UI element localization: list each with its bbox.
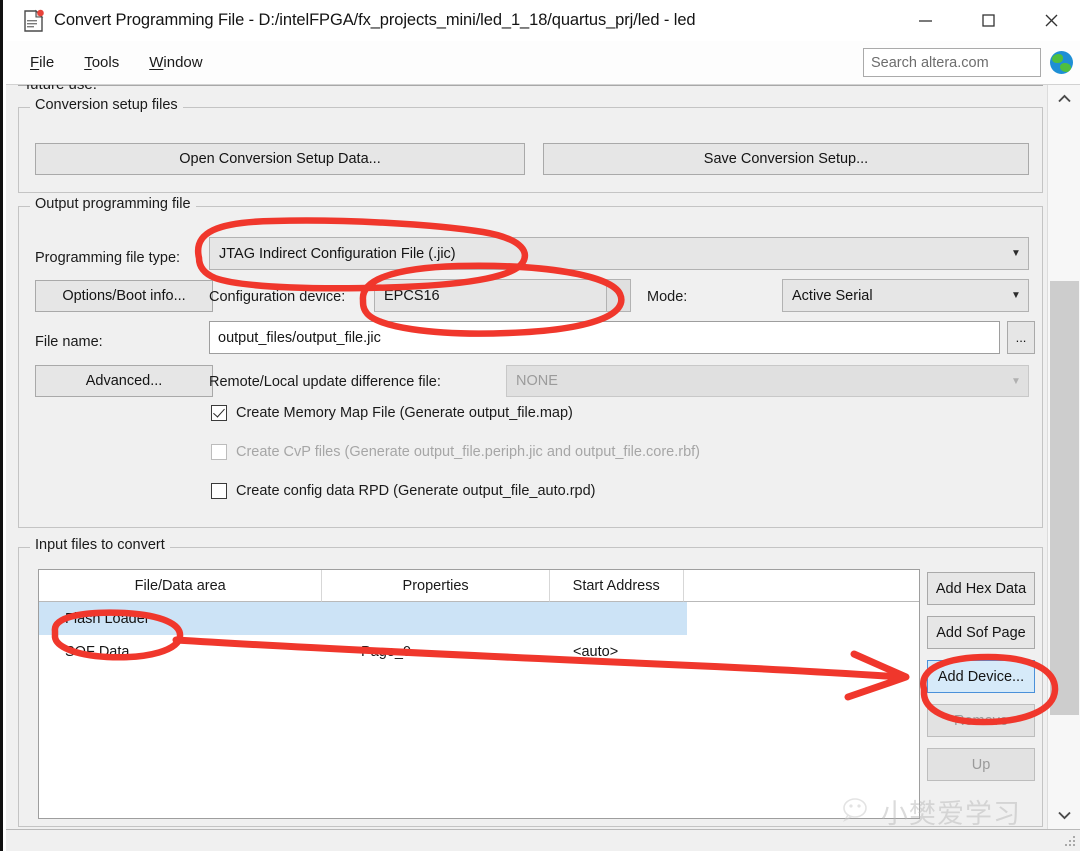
scroll-down-arrow-icon[interactable]	[1048, 801, 1080, 829]
create-cvp-files-checkbox-row: Create CvP files (Generate output_file.p…	[211, 444, 700, 460]
open-conversion-setup-data-button[interactable]: Open Conversion Setup Data...	[35, 143, 525, 175]
table-row[interactable]: Flash Loader	[39, 602, 687, 635]
remote-local-update-difference-value: NONE	[516, 373, 558, 389]
create-config-data-rpd-label: Create config data RPD (Generate output_…	[236, 483, 596, 499]
advanced-button[interactable]: Advanced...	[35, 365, 213, 397]
column-header-properties[interactable]: Properties	[322, 570, 550, 602]
menu-tools-accel: T	[84, 54, 92, 71]
mode-combo[interactable]: Active Serial ▼	[782, 279, 1029, 312]
programming-file-type-combo[interactable]: JTAG Indirect Configuration File (.jic) …	[209, 237, 1029, 270]
create-config-data-rpd-checkbox[interactable]	[211, 483, 227, 499]
column-header-start-address[interactable]: Start Address	[549, 570, 684, 602]
conversion-setup-files-legend: Conversion setup files	[30, 97, 183, 113]
conversion-setup-files-group: Conversion setup files Open Conversion S…	[18, 97, 1043, 193]
vertical-scrollbar[interactable]	[1047, 85, 1080, 829]
menu-file-rest: ile	[39, 54, 55, 71]
scrollbar-thumb[interactable]	[1050, 281, 1079, 715]
output-programming-file-legend: Output programming file	[30, 196, 196, 212]
create-cvp-files-checkbox	[211, 444, 227, 460]
options-boot-info-button[interactable]: Options/Boot info...	[35, 280, 213, 312]
add-hex-data-button[interactable]: Add Hex Data	[927, 572, 1035, 605]
menu-window[interactable]: Window	[138, 50, 213, 75]
watermark: 小樊爱学习	[841, 791, 1051, 831]
menu-window-rest: indow	[163, 54, 203, 71]
configuration-device-combo[interactable]: EPCS16 ▼	[374, 279, 631, 312]
chevron-down-icon: ▼	[1011, 375, 1021, 387]
status-strip	[6, 829, 1080, 851]
watermark-text: 小樊爱学习	[881, 798, 1021, 830]
mode-value: Active Serial	[792, 287, 873, 304]
wechat-logo-icon	[841, 796, 881, 826]
title-bar: Convert Programming File - D:/intelFPGA/…	[6, 0, 1080, 41]
menu-window-accel: W	[149, 54, 164, 71]
input-files-to-convert-legend: Input files to convert	[30, 537, 170, 553]
cell-file-data-area: SOF Data	[65, 643, 130, 660]
menu-tools-rest: ools	[91, 54, 120, 71]
window-controls	[894, 0, 1080, 41]
chevron-down-icon: ▼	[1011, 248, 1021, 259]
remote-local-update-difference-label: Remote/Local update difference file:	[209, 374, 441, 390]
column-header-file-data-area[interactable]: File/Data area	[39, 570, 323, 602]
configuration-device-value: EPCS16	[384, 287, 440, 304]
app-icon	[23, 9, 45, 33]
input-files-table[interactable]: File/Data area Properties Start Address …	[38, 569, 920, 819]
search-area	[863, 48, 1073, 77]
content-pane: future use. Conversion setup files Open …	[6, 85, 1047, 829]
menu-file[interactable]: File	[19, 50, 65, 75]
cell-start-address: <auto>	[573, 643, 619, 660]
chevron-down-icon: ▼	[606, 280, 630, 311]
up-button: Up	[927, 748, 1035, 781]
input-files-to-convert-group: Input files to convert File/Data area Pr…	[18, 537, 1043, 827]
file-name-label: File name:	[35, 334, 103, 350]
pane-top-rule	[18, 85, 1043, 86]
create-memory-map-file-label: Create Memory Map File (Generate output_…	[236, 405, 573, 421]
cell-file-data-area: Flash Loader	[65, 610, 150, 627]
programming-file-type-value: JTAG Indirect Configuration File (.jic)	[219, 245, 456, 262]
file-name-browse-button[interactable]: ...	[1007, 321, 1035, 354]
remove-button: Remove	[927, 704, 1035, 737]
resize-grip[interactable]	[1065, 836, 1077, 848]
convert-programming-file-window: Convert Programming File - D:/intelFPGA/…	[0, 0, 1080, 851]
maximize-button[interactable]	[957, 0, 1020, 41]
minimize-button[interactable]	[894, 0, 957, 41]
chevron-down-icon: ▼	[1011, 290, 1021, 301]
menu-bar: File Tools Window	[6, 41, 1080, 85]
remote-local-update-difference-combo: NONE ▼	[506, 365, 1029, 397]
create-memory-map-file-checkbox[interactable]	[211, 405, 227, 421]
create-memory-map-file-checkbox-row[interactable]: Create Memory Map File (Generate output_…	[211, 405, 573, 421]
cutoff-future-use-text: future use.	[26, 85, 97, 93]
add-device-button[interactable]: Add Device...	[927, 660, 1035, 693]
scroll-up-arrow-icon[interactable]	[1048, 85, 1080, 113]
search-input[interactable]	[863, 48, 1041, 77]
table-header-row: File/Data area Properties Start Address	[39, 570, 919, 602]
output-programming-file-group: Output programming file Programming file…	[18, 196, 1043, 528]
table-row[interactable]: SOF Data Page_0 <auto>	[39, 635, 919, 668]
cell-properties: Page_0	[361, 643, 411, 660]
window-title: Convert Programming File - D:/intelFPGA/…	[54, 11, 696, 29]
programming-file-type-label: Programming file type:	[35, 250, 181, 266]
configuration-device-label: Configuration device:	[209, 289, 346, 305]
mode-label: Mode:	[647, 289, 688, 305]
menu-tools[interactable]: Tools	[73, 50, 130, 75]
file-name-input[interactable]: output_files/output_file.jic	[209, 321, 1000, 354]
add-sof-page-button[interactable]: Add Sof Page	[927, 616, 1035, 649]
globe-icon[interactable]	[1050, 51, 1073, 74]
create-cvp-files-label: Create CvP files (Generate output_file.p…	[236, 444, 700, 460]
column-header-spacer	[683, 570, 919, 602]
menu-file-accel: F	[30, 54, 40, 71]
save-conversion-setup-button[interactable]: Save Conversion Setup...	[543, 143, 1029, 175]
close-button[interactable]	[1020, 0, 1080, 41]
create-config-data-rpd-checkbox-row[interactable]: Create config data RPD (Generate output_…	[211, 483, 596, 499]
